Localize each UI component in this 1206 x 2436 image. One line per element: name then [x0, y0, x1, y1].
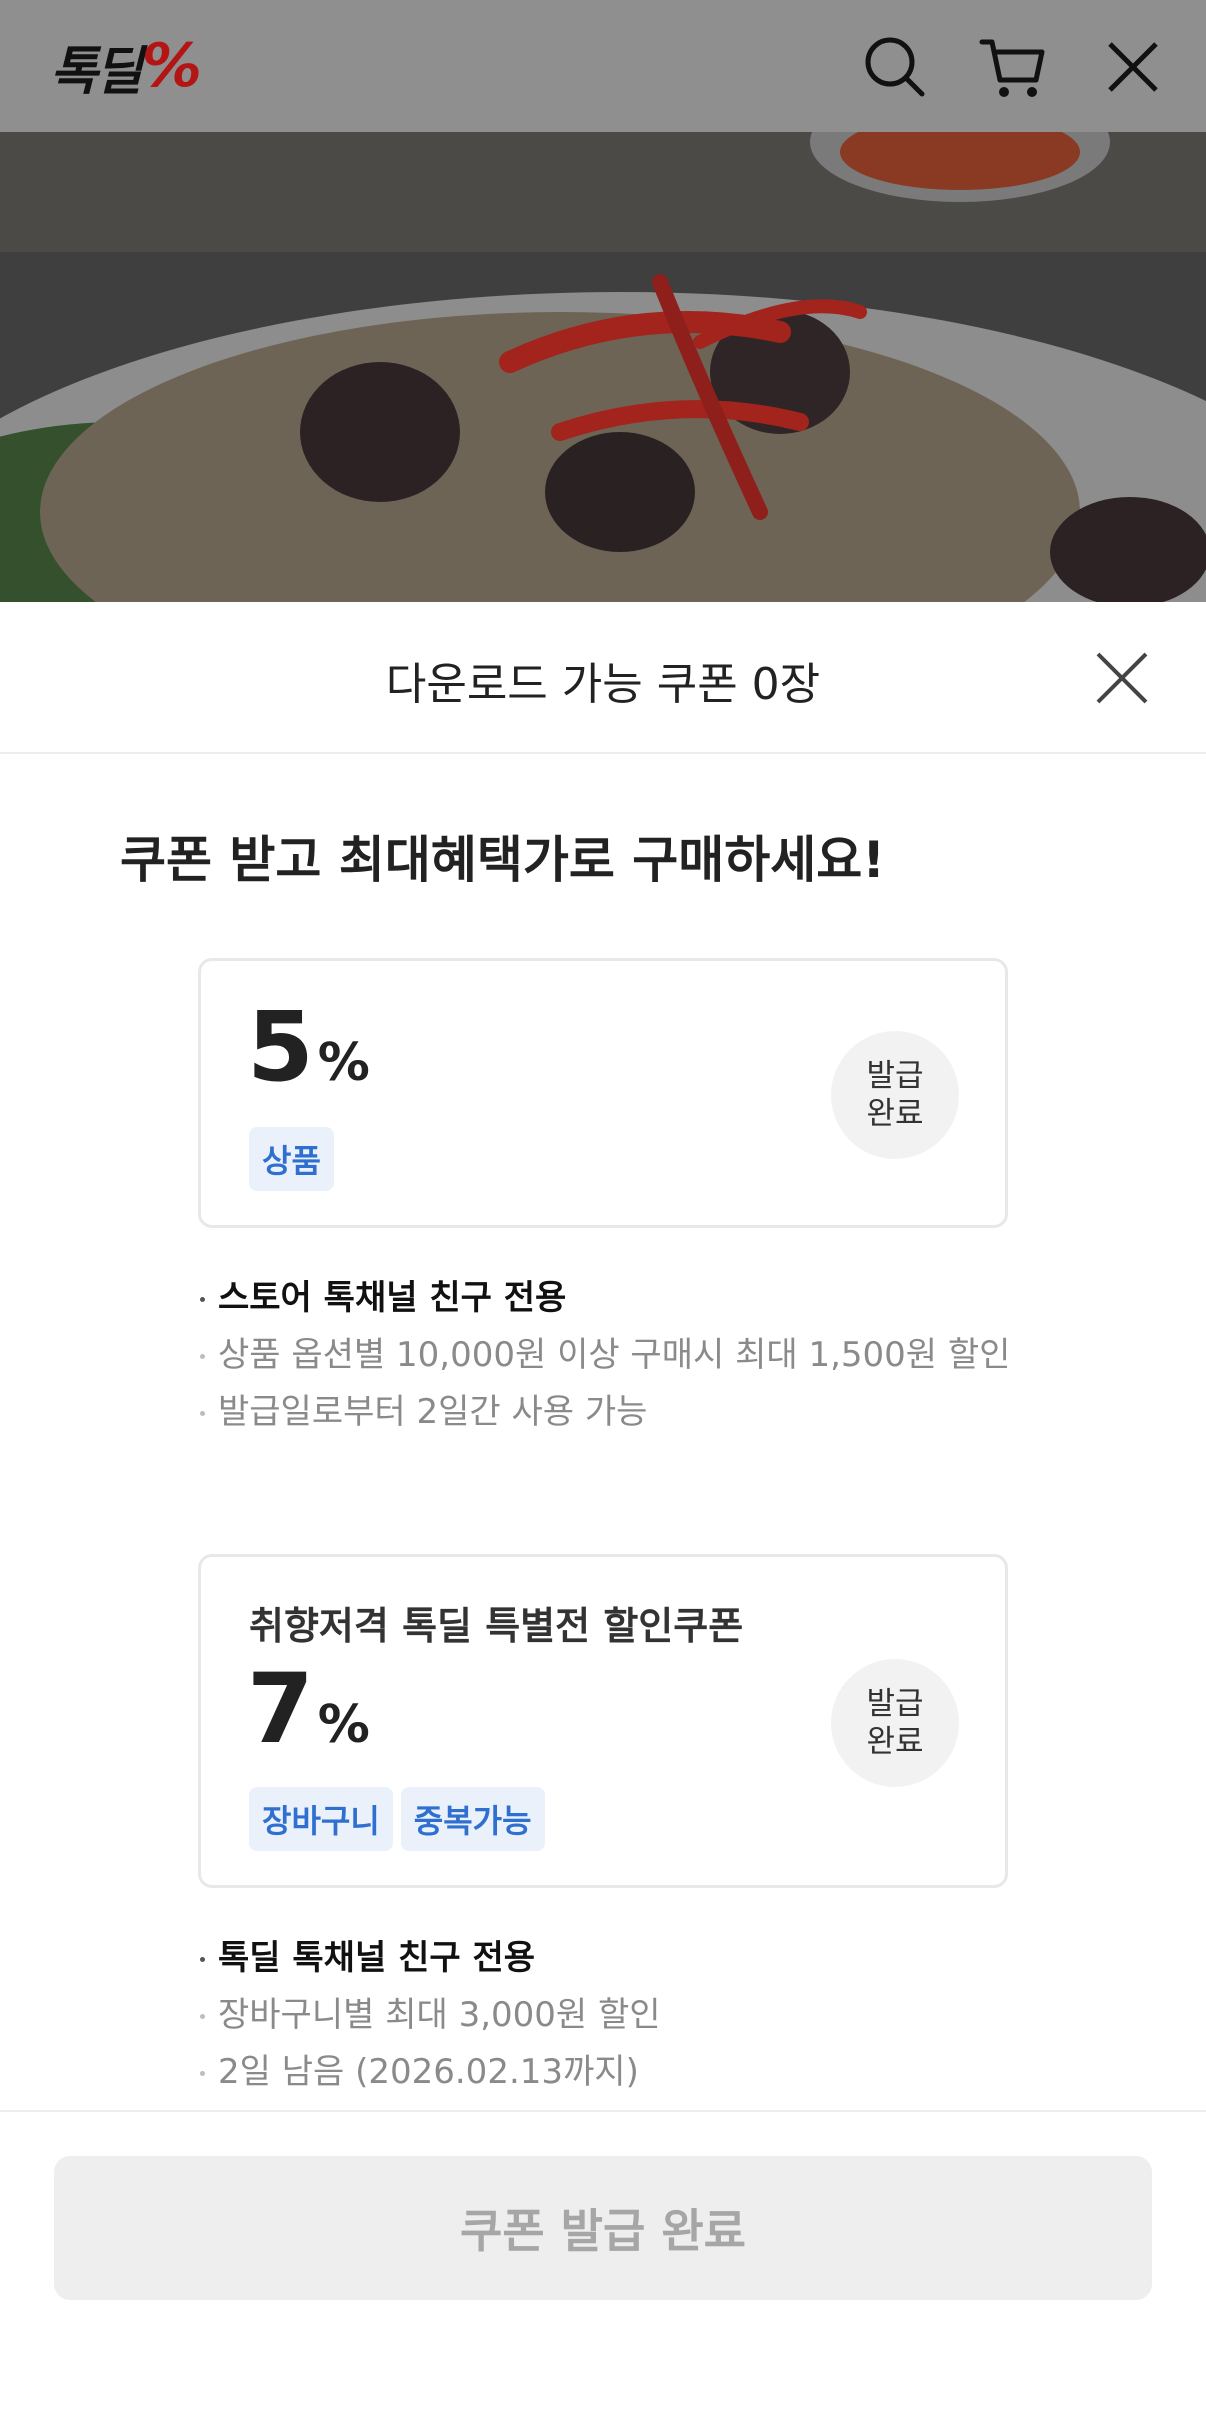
- coupon-tags: 장바구니 중복가능: [249, 1787, 545, 1851]
- issued-status-line1: 발급: [866, 1686, 924, 1722]
- cart-icon[interactable]: [978, 32, 1048, 102]
- sheet-title: 다운로드 가능 쿠폰 0장: [385, 659, 821, 710]
- coupon-note: 장바구니별 최대 3,000원 할인: [198, 1987, 1018, 2044]
- close-icon[interactable]: [1098, 32, 1168, 102]
- coupon-notes: 스토어 톡채널 친구 전용 상품 옵션별 10,000원 이상 구매시 최대 1…: [198, 1270, 1018, 1441]
- search-icon[interactable]: [860, 32, 930, 102]
- coupon-rate-value: 5: [247, 991, 314, 1103]
- coupon-name: 취향저격 톡딜 특별전 할인쿠폰: [249, 1604, 744, 1648]
- issued-status-badge: 발급 완료: [831, 1659, 959, 1787]
- coupon-tag: 장바구니: [249, 1787, 393, 1851]
- coupon-tag: 중복가능: [400, 1787, 545, 1851]
- close-icon[interactable]: [1092, 648, 1152, 708]
- coupon-sheet: 다운로드 가능 쿠폰 0장 쿠폰 받고 최대혜택가로 구매하세요! 5% 상품 …: [0, 602, 1206, 2436]
- coupon-rate-value: 7: [247, 1653, 314, 1765]
- logo-text: 톡딜: [50, 41, 143, 102]
- page-headline: 쿠폰 받고 최대혜택가로 구매하세요!: [120, 831, 886, 889]
- coupon-tag: 상품: [249, 1127, 334, 1191]
- sheet-footer: 쿠폰 발급 완료: [0, 2110, 1206, 2436]
- coupon-rate-unit: %: [317, 1695, 370, 1755]
- coupon-rate-unit: %: [317, 1033, 370, 1093]
- coupon-note: 상품 옵션별 10,000원 이상 구매시 최대 1,500원 할인: [198, 1327, 1018, 1384]
- issue-coupons-button[interactable]: 쿠폰 발급 완료: [54, 2156, 1152, 2300]
- issued-status-badge: 발급 완료: [831, 1031, 959, 1159]
- coupon-rate: 5%: [247, 991, 370, 1103]
- logo-mark: %: [141, 31, 202, 101]
- coupon-notes: 톡딜 톡채널 친구 전용 장바구니별 최대 3,000원 할인 2일 남음 (2…: [198, 1930, 1018, 2101]
- product-image: [0, 132, 1206, 602]
- coupon-note: 발급일로부터 2일간 사용 가능: [198, 1384, 1018, 1441]
- sheet-header: 다운로드 가능 쿠폰 0장: [0, 602, 1206, 754]
- coupon-tags: 상품: [249, 1127, 334, 1191]
- issued-status-line1: 발급: [866, 1058, 924, 1094]
- app-header: 톡딜 %: [0, 0, 1206, 132]
- coupon-rate: 7%: [247, 1653, 370, 1765]
- issued-status-line2: 완료: [866, 1724, 924, 1760]
- coupon-note: 스토어 톡채널 친구 전용: [198, 1270, 1018, 1327]
- logo[interactable]: 톡딜 %: [50, 31, 202, 102]
- coupon-card: 5% 상품 발급 완료: [198, 958, 1008, 1228]
- coupon-card: 취향저격 톡딜 특별전 할인쿠폰 7% 장바구니 중복가능 발급 완료: [198, 1554, 1008, 1888]
- issued-status-line2: 완료: [866, 1096, 924, 1132]
- coupon-note: 톡딜 톡채널 친구 전용: [198, 1930, 1018, 1987]
- coupon-note: 2일 남음 (2026.02.13까지): [198, 2044, 1018, 2101]
